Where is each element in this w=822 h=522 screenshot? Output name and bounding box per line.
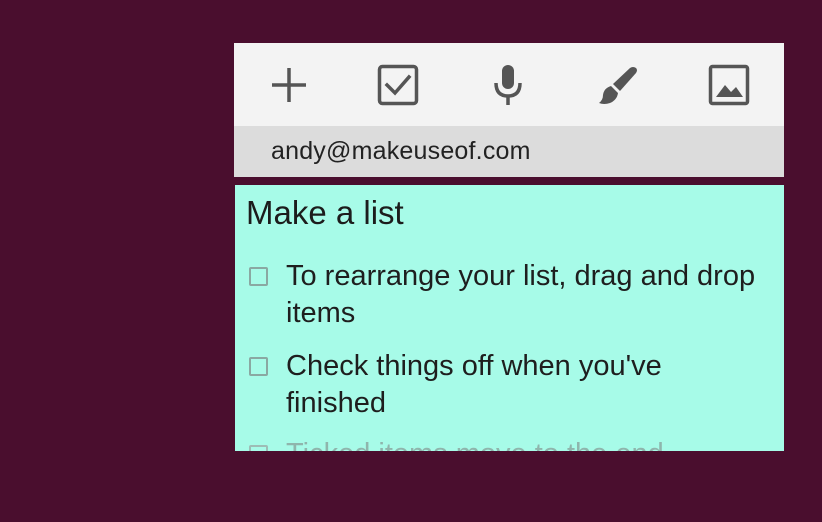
drawing-note-button[interactable] bbox=[592, 59, 644, 111]
account-bar[interactable]: andy@makeuseof.com bbox=[234, 126, 784, 177]
new-list-button[interactable] bbox=[372, 59, 424, 111]
microphone-icon bbox=[494, 65, 522, 105]
unchecked-checkbox-icon[interactable] bbox=[249, 445, 268, 451]
widget-toolbar bbox=[234, 43, 784, 126]
list-item-text: Check things off when you've finished bbox=[286, 350, 662, 419]
plus-icon bbox=[272, 68, 306, 102]
note-title: Make a list bbox=[246, 194, 404, 231]
unchecked-checkbox-icon[interactable] bbox=[249, 357, 268, 376]
account-email: andy@makeuseof.com bbox=[271, 137, 531, 165]
brush-icon bbox=[599, 67, 637, 104]
note-card[interactable]: Make a list To rearrange your list, drag… bbox=[234, 184, 785, 452]
list-item-text: To rearrange your list, drag and drop it… bbox=[286, 260, 756, 329]
audio-note-button[interactable] bbox=[482, 59, 534, 111]
list-item-text: Ticked items move to the end bbox=[286, 436, 756, 451]
image-icon bbox=[708, 64, 750, 106]
checkbox-icon bbox=[377, 64, 419, 106]
photo-note-button[interactable] bbox=[703, 59, 755, 111]
new-note-button[interactable] bbox=[263, 59, 315, 111]
unchecked-checkbox-icon[interactable] bbox=[249, 267, 268, 286]
keep-widget: andy@makeuseof.com Make a list To rearra… bbox=[234, 43, 785, 452]
